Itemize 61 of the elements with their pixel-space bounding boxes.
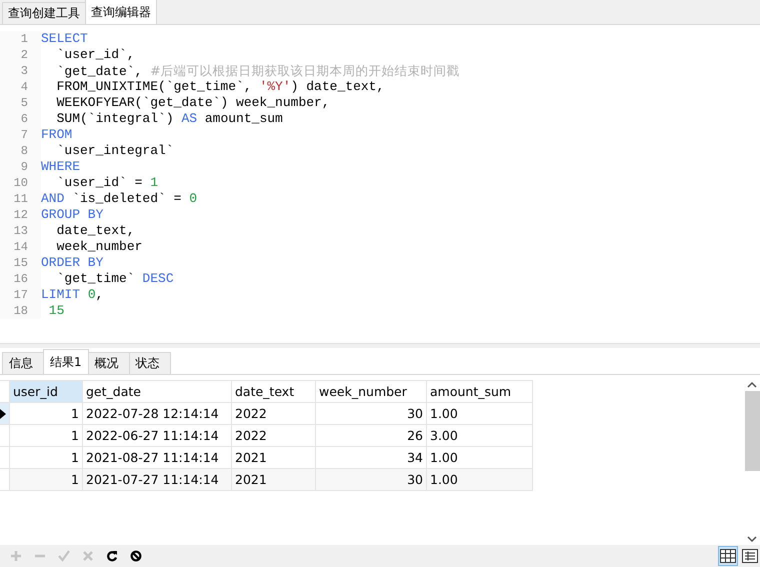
column-header[interactable]: amount_sum — [426, 380, 532, 402]
line-number: 13 — [0, 223, 41, 239]
line-number: 18 — [0, 303, 41, 319]
code-line: week_number — [56, 239, 142, 255]
line-number: 6 — [0, 111, 41, 127]
code-line: WHERE — [41, 159, 80, 175]
line-number: 1 — [0, 31, 41, 47]
code-line: `user_id`, — [56, 47, 135, 63]
code-line: `get_date`, #后端可以根据日期获取该日期本周的开始结束时间戳 — [56, 62, 460, 80]
line-number: 8 — [0, 143, 41, 159]
result-tab[interactable]: 状态 — [128, 352, 171, 374]
code-line: `user_id` = 1 — [56, 175, 158, 191]
code-line: AND `is_deleted` = 0 — [41, 191, 198, 207]
column-header[interactable]: get_date — [82, 380, 232, 402]
line-number: 5 — [0, 95, 41, 111]
code-line: ORDER BY — [41, 255, 104, 271]
table-cell: 2021 — [232, 468, 316, 490]
column-header[interactable]: user_id — [10, 380, 82, 402]
code-line: GROUP BY — [41, 207, 104, 223]
refresh-icon — [106, 550, 118, 562]
table-cell: 1.00 — [426, 468, 532, 490]
current-row-icon — [0, 408, 6, 418]
x-icon — [82, 550, 94, 562]
line-number: 4 — [0, 79, 41, 95]
plus-icon — [10, 550, 22, 562]
code-line: SUM(`integral`) AS amount_sum — [56, 111, 283, 127]
result-tab[interactable]: 概况 — [88, 352, 130, 374]
result-tab[interactable]: 信息 — [2, 352, 44, 374]
line-number: 15 — [0, 255, 41, 271]
line-number: 11 — [0, 191, 41, 207]
code-line: 15 — [48, 303, 64, 319]
column-header[interactable]: week_number — [316, 380, 426, 402]
line-number: 17 — [0, 287, 41, 303]
table-cell: 2021-07-27 11:14:14 — [82, 468, 232, 490]
editor-tab[interactable]: 查询编辑器 — [85, 0, 157, 24]
form-view-button[interactable] — [740, 546, 760, 566]
table-cell: 1 — [10, 468, 82, 490]
line-number: 7 — [0, 127, 41, 143]
stop-icon — [130, 550, 142, 562]
column-header[interactable]: date_text — [232, 380, 316, 402]
line-number: 14 — [0, 239, 41, 255]
table-cell: 30 — [316, 468, 426, 490]
code-line: date_text, — [56, 223, 135, 239]
line-number: 16 — [0, 271, 41, 287]
code-line: `get_time` DESC — [56, 271, 174, 287]
code-line: SELECT — [41, 31, 88, 47]
code-line: `user_integral` — [56, 143, 174, 159]
grid-view-button[interactable] — [718, 546, 738, 566]
line-number: 12 — [0, 207, 41, 223]
code-line: WEEKOFYEAR(`get_date`) week_number, — [56, 95, 330, 111]
check-icon — [58, 550, 70, 562]
code-line: FROM_UNIXTIME(`get_time`, '%Y') date_text, — [56, 79, 384, 95]
editor-tab[interactable]: 查询创建工具 — [2, 2, 86, 24]
line-number: 9 — [0, 159, 41, 175]
line-number: 3 — [0, 63, 41, 79]
grid-icon — [720, 549, 736, 563]
line-number: 10 — [0, 175, 41, 191]
code-line: FROM — [41, 127, 72, 143]
code-line: LIMIT 0, — [41, 287, 104, 303]
line-number: 2 — [0, 47, 41, 63]
form-icon — [742, 549, 758, 563]
